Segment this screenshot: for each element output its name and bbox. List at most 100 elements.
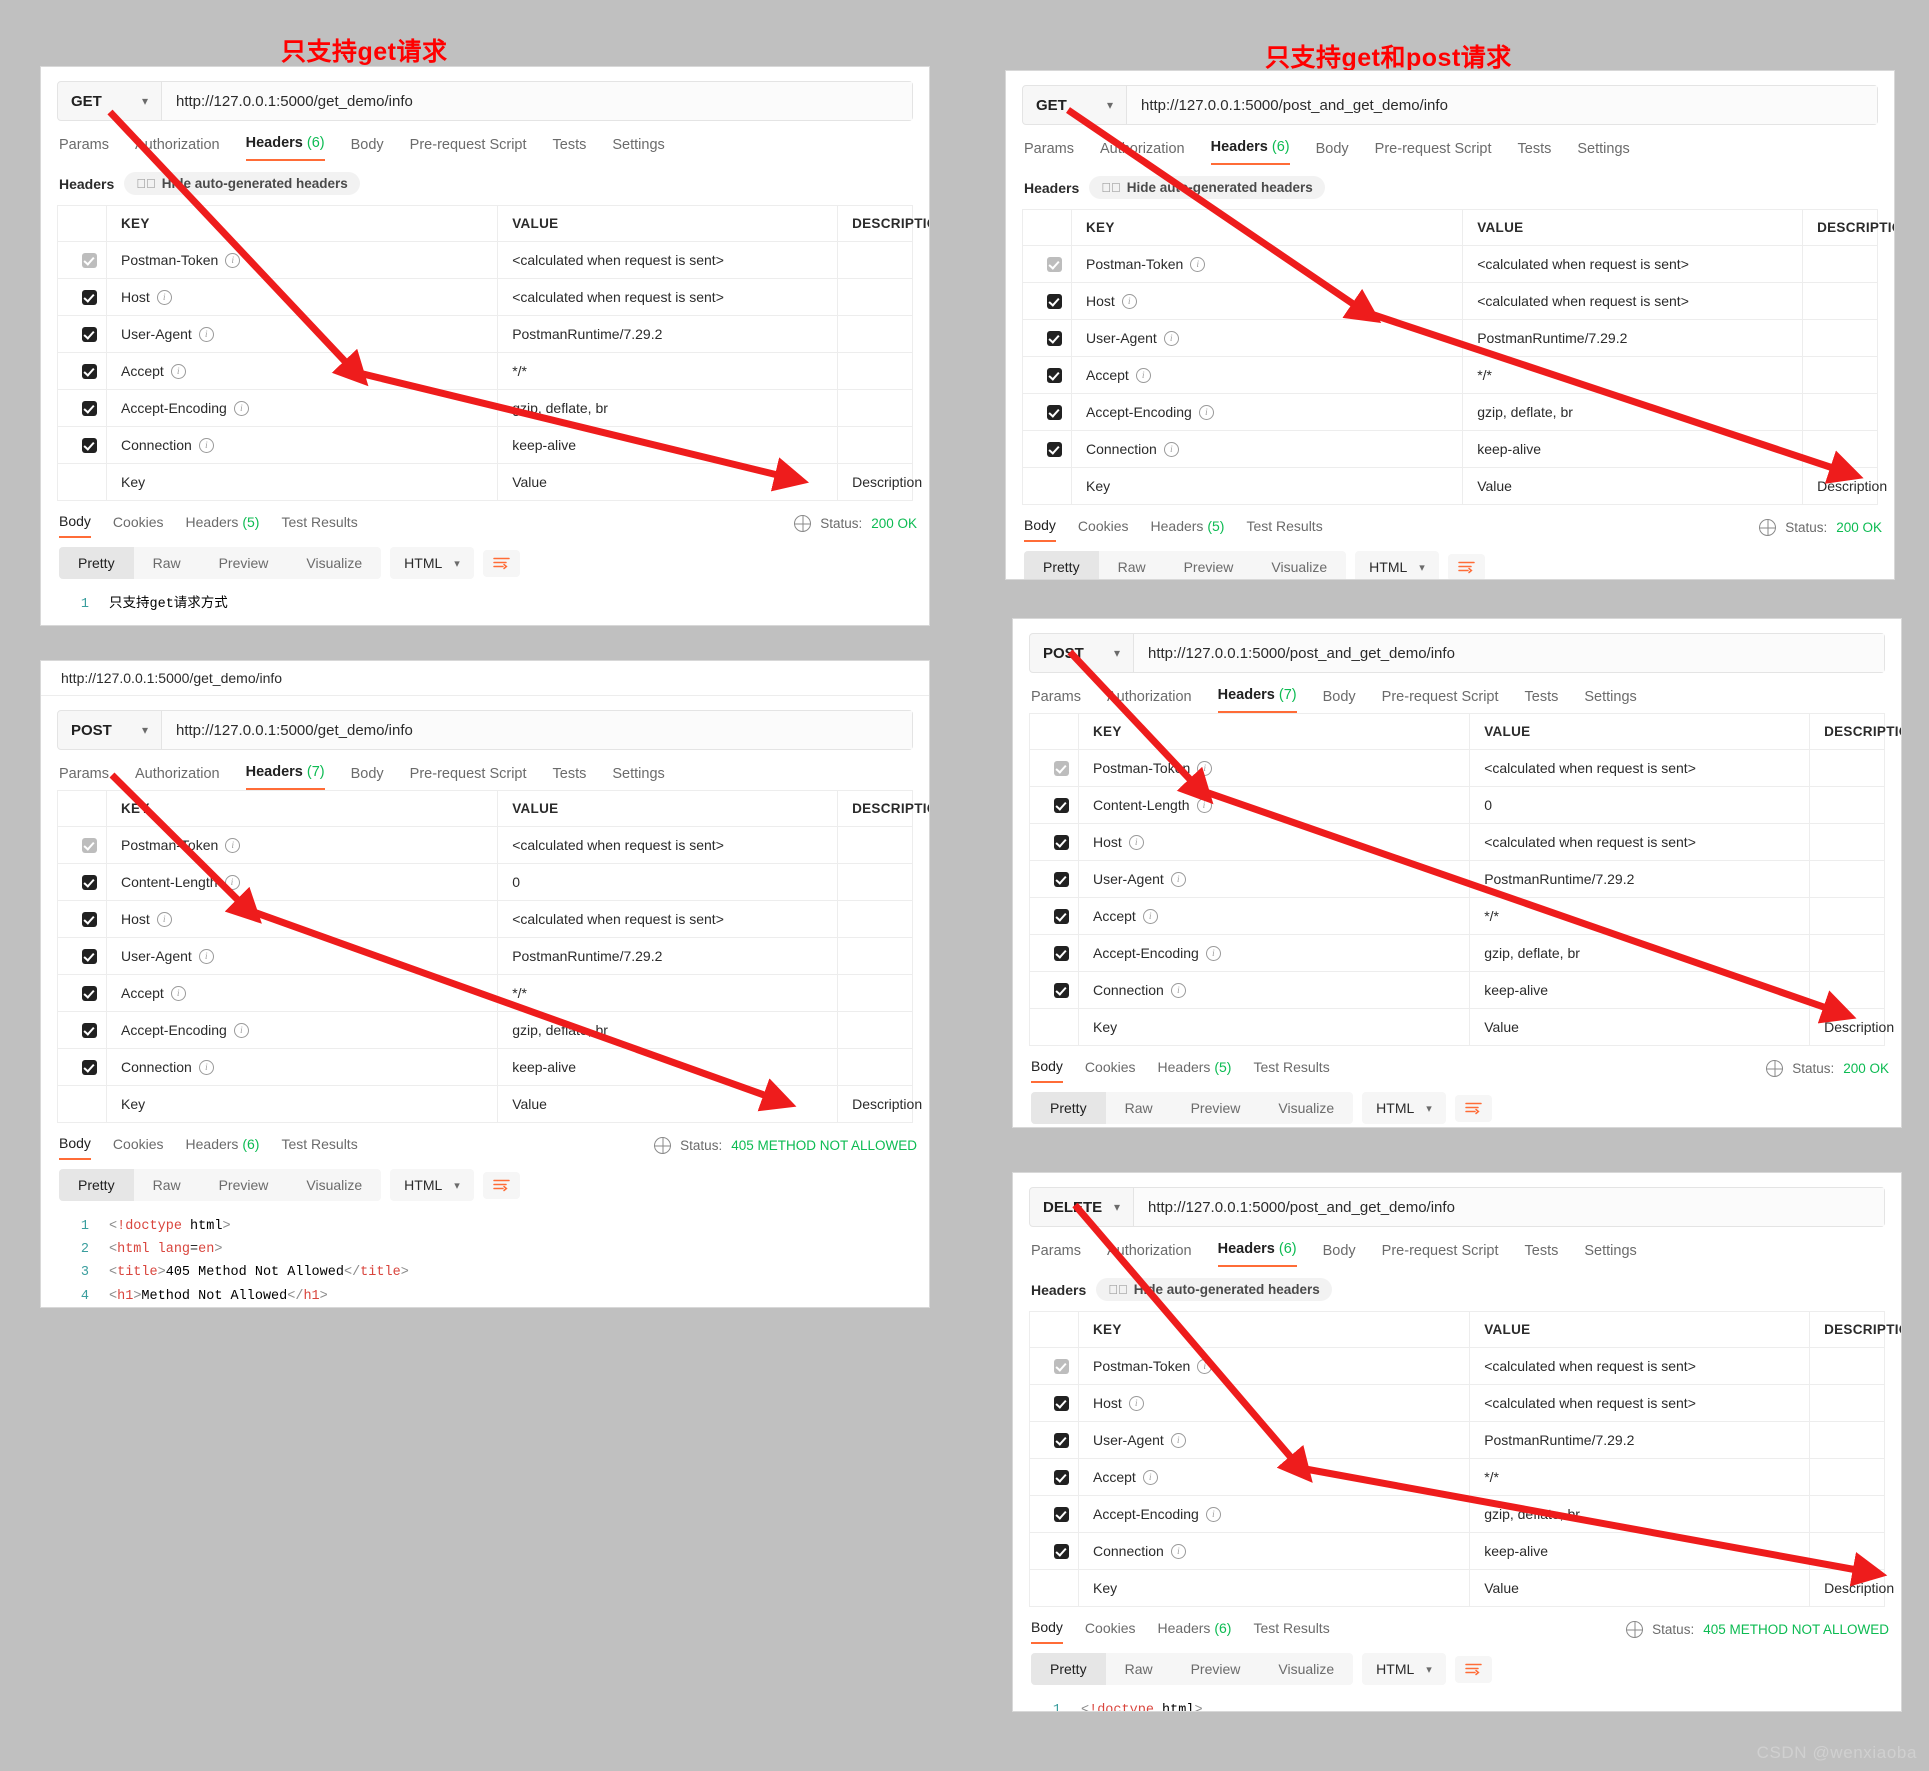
header-value-cell[interactable]: <calculated when request is sent> bbox=[1469, 823, 1811, 861]
key-input[interactable]: Key bbox=[1070, 467, 1464, 505]
table-row-empty[interactable]: Key Value Description bbox=[57, 463, 922, 501]
request-tab-settings[interactable]: Settings bbox=[612, 137, 664, 161]
table-row[interactable]: Accept i */* bbox=[57, 974, 913, 1012]
header-description-cell[interactable] bbox=[1809, 860, 1885, 898]
info-icon[interactable]: i bbox=[1205, 1507, 1221, 1523]
header-row-checkbox[interactable] bbox=[1029, 1495, 1079, 1533]
header-row-checkbox[interactable] bbox=[57, 900, 107, 938]
view-mode-preview[interactable]: Preview bbox=[1172, 1092, 1260, 1124]
request-tab-settings[interactable]: Settings bbox=[1584, 1243, 1636, 1267]
header-row-checkbox[interactable] bbox=[57, 278, 107, 316]
table-row-empty[interactable]: Key Value Description bbox=[1022, 467, 1887, 505]
header-description-cell[interactable] bbox=[837, 241, 913, 279]
table-row-empty[interactable]: Key Value Description bbox=[57, 1085, 922, 1123]
value-input[interactable]: Value bbox=[497, 463, 839, 501]
info-icon[interactable]: i bbox=[1197, 1359, 1213, 1375]
header-row-checkbox[interactable] bbox=[1029, 1384, 1079, 1422]
view-mode-visualize[interactable]: Visualize bbox=[287, 1169, 381, 1201]
header-value-cell[interactable]: */* bbox=[497, 352, 839, 390]
header-description-cell[interactable] bbox=[837, 1048, 913, 1086]
view-mode-visualize[interactable]: Visualize bbox=[1252, 551, 1346, 579]
header-row-checkbox[interactable] bbox=[1029, 786, 1079, 824]
info-icon[interactable]: i bbox=[198, 438, 214, 454]
header-description-cell[interactable] bbox=[837, 426, 913, 464]
info-icon[interactable]: i bbox=[225, 838, 241, 854]
view-mode-preview[interactable]: Preview bbox=[1172, 1653, 1260, 1685]
empty-row-checkbox[interactable] bbox=[1029, 1569, 1079, 1607]
response-tab-headers[interactable]: Headers (6) bbox=[186, 1136, 260, 1159]
header-key-cell[interactable]: Accept-Encoding i bbox=[1077, 1495, 1471, 1533]
request-tab-title[interactable]: http://127.0.0.1:5000/get_demo/info bbox=[41, 661, 929, 696]
info-icon[interactable]: i bbox=[156, 912, 172, 928]
url-input[interactable]: http://127.0.0.1:5000/get_demo/info bbox=[162, 82, 912, 120]
url-input[interactable]: http://127.0.0.1:5000/get_demo/info bbox=[162, 711, 912, 749]
wrap-lines-button[interactable] bbox=[1447, 553, 1485, 579]
table-row[interactable]: Content-Length i 0 bbox=[1029, 786, 1885, 824]
header-value-cell[interactable]: keep-alive bbox=[497, 426, 839, 464]
table-row[interactable]: Accept i */* bbox=[1022, 356, 1878, 394]
info-icon[interactable]: i bbox=[233, 1023, 249, 1039]
header-key-cell[interactable]: Host i bbox=[1077, 1384, 1471, 1422]
header-key-cell[interactable]: Accept i bbox=[1070, 356, 1464, 394]
response-tab-cookies[interactable]: Cookies bbox=[1085, 1059, 1136, 1082]
table-row[interactable]: User-Agent i PostmanRuntime/7.29.2 bbox=[1029, 1421, 1885, 1459]
table-row[interactable]: Host i <calculated when request is sent> bbox=[57, 900, 913, 938]
info-icon[interactable]: i bbox=[1205, 946, 1221, 962]
header-value-cell[interactable]: <calculated when request is sent> bbox=[497, 826, 839, 864]
header-value-cell[interactable]: keep-alive bbox=[1469, 971, 1811, 1009]
header-value-cell[interactable]: PostmanRuntime/7.29.2 bbox=[1462, 319, 1804, 357]
format-select[interactable]: HTML ▾ bbox=[390, 547, 474, 579]
header-row-checkbox[interactable] bbox=[57, 863, 107, 901]
url-input[interactable]: http://127.0.0.1:5000/post_and_get_demo/… bbox=[1134, 634, 1884, 672]
table-row[interactable]: Connection i keep-alive bbox=[57, 426, 913, 464]
http-method-select[interactable]: GET ▾ bbox=[1023, 86, 1127, 124]
header-description-cell[interactable] bbox=[1802, 430, 1878, 468]
header-key-cell[interactable]: Postman-Token i bbox=[105, 826, 499, 864]
header-description-cell[interactable] bbox=[1809, 934, 1885, 972]
http-method-select[interactable]: POST ▾ bbox=[58, 711, 162, 749]
response-tab-cookies[interactable]: Cookies bbox=[113, 1136, 164, 1159]
info-icon[interactable]: i bbox=[233, 401, 249, 417]
wrap-lines-button[interactable] bbox=[482, 549, 520, 577]
request-tab-authorization[interactable]: Authorization bbox=[135, 766, 220, 790]
header-value-cell[interactable]: <calculated when request is sent> bbox=[1462, 282, 1804, 320]
header-row-checkbox[interactable] bbox=[1022, 393, 1072, 431]
view-mode-pretty[interactable]: Pretty bbox=[1031, 1653, 1106, 1685]
header-description-cell[interactable] bbox=[1802, 245, 1878, 283]
request-tab-headers[interactable]: Headers (6) bbox=[1210, 139, 1290, 165]
request-tab-params[interactable]: Params bbox=[59, 766, 109, 790]
header-value-cell[interactable]: <calculated when request is sent> bbox=[1469, 1384, 1811, 1422]
table-row[interactable]: Host i <calculated when request is sent> bbox=[1029, 1384, 1885, 1422]
header-description-cell[interactable] bbox=[1809, 1384, 1885, 1422]
header-value-cell[interactable]: <calculated when request is sent> bbox=[1469, 749, 1811, 787]
request-tab-params[interactable]: Params bbox=[1031, 689, 1081, 713]
request-tab-tests[interactable]: Tests bbox=[1525, 689, 1559, 713]
info-icon[interactable]: i bbox=[1196, 798, 1212, 814]
request-tab-params[interactable]: Params bbox=[1024, 141, 1074, 165]
request-tab-authorization[interactable]: Authorization bbox=[1107, 1243, 1192, 1267]
request-tab-body[interactable]: Body bbox=[1323, 1243, 1356, 1267]
description-input[interactable]: Description bbox=[1802, 467, 1887, 505]
header-value-cell[interactable]: <calculated when request is sent> bbox=[497, 278, 839, 316]
header-description-cell[interactable] bbox=[1809, 1347, 1885, 1385]
wrap-lines-button[interactable] bbox=[1454, 1655, 1492, 1683]
value-input[interactable]: Value bbox=[1469, 1569, 1811, 1607]
table-row[interactable]: Connection i keep-alive bbox=[1029, 971, 1885, 1009]
table-row[interactable]: Postman-Token i <calculated when request … bbox=[57, 241, 913, 279]
header-row-checkbox[interactable] bbox=[1029, 971, 1079, 1009]
response-tab-cookies[interactable]: Cookies bbox=[1078, 518, 1129, 541]
view-mode-visualize[interactable]: Visualize bbox=[1259, 1653, 1353, 1685]
view-mode-visualize[interactable]: Visualize bbox=[287, 547, 381, 579]
table-row[interactable]: Accept-Encoding i gzip, deflate, br bbox=[1022, 393, 1878, 431]
info-icon[interactable]: i bbox=[198, 949, 214, 965]
info-icon[interactable]: i bbox=[1190, 257, 1206, 273]
request-tab-body[interactable]: Body bbox=[351, 766, 384, 790]
header-value-cell[interactable]: gzip, deflate, br bbox=[1469, 934, 1811, 972]
header-description-cell[interactable] bbox=[1809, 1458, 1885, 1496]
request-tab-authorization[interactable]: Authorization bbox=[1107, 689, 1192, 713]
table-row[interactable]: Postman-Token i <calculated when request … bbox=[1029, 1347, 1885, 1385]
header-key-cell[interactable]: Connection i bbox=[1070, 430, 1464, 468]
header-row-checkbox[interactable] bbox=[1029, 934, 1079, 972]
header-key-cell[interactable]: User-Agent i bbox=[105, 937, 499, 975]
header-value-cell[interactable]: <calculated when request is sent> bbox=[497, 241, 839, 279]
